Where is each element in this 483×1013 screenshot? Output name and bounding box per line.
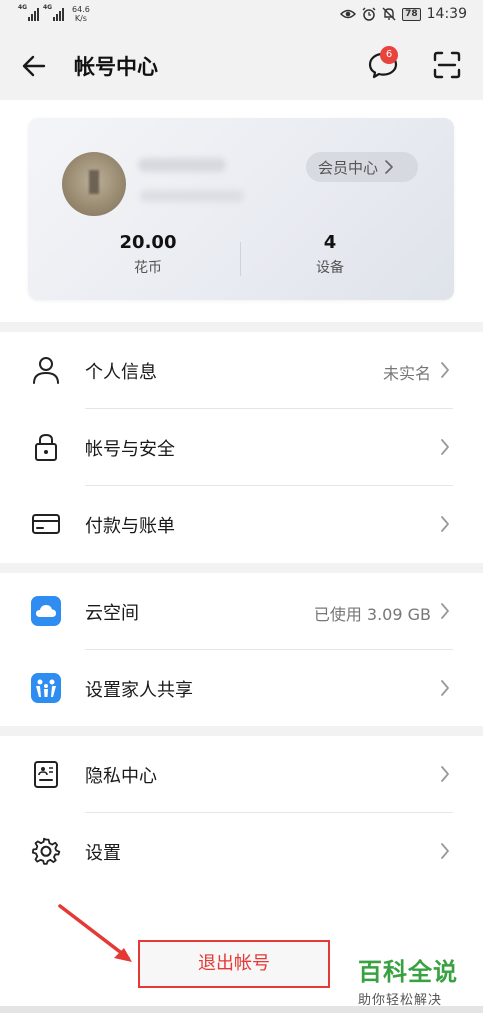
signal-tag: 4G: [43, 4, 53, 11]
cloud-icon: [31, 596, 61, 626]
status-left: 4G 4G 64.6 K/s: [18, 4, 90, 23]
net-speed: 64.6 K/s: [72, 5, 90, 23]
menu-item-family-share[interactable]: 设置家人共享: [0, 650, 483, 727]
account-menu-group: 个人信息 未实名 帐号与安全 付款与账单: [0, 332, 483, 563]
signal-tag: 4G: [18, 4, 28, 11]
devices-value: 4: [323, 232, 337, 253]
status-right: 78 14:39: [340, 6, 467, 22]
account-card[interactable]: 会员中心 20.00 花币 4 设备: [28, 118, 454, 300]
chevron-right-icon: [441, 362, 449, 378]
message-badge: 6: [380, 46, 398, 64]
watermark: 百科全说 助你轻松解决: [358, 952, 458, 1008]
chevron-right-icon: [441, 439, 449, 455]
menu-item-personal-info[interactable]: 个人信息 未实名: [0, 332, 483, 409]
menu-item-privacy[interactable]: 隐私中心: [0, 736, 483, 813]
eye-icon: [340, 9, 357, 19]
menu-item-account-security[interactable]: 帐号与安全: [0, 409, 483, 486]
scan-icon[interactable]: [430, 48, 464, 82]
menu-item-payment[interactable]: 付款与账单: [0, 486, 483, 563]
logout-button[interactable]: 退出帐号: [138, 940, 330, 988]
menu-item-value: 已使用 3.09 GB: [313, 605, 431, 624]
watermark-title: 百科全说: [358, 958, 458, 986]
chevron-right-icon: [441, 843, 449, 859]
annotation-arrow-icon: [58, 904, 132, 962]
card-icon: [32, 514, 60, 534]
chevron-right-icon: [441, 603, 449, 619]
devices-stat[interactable]: 4 设备: [270, 232, 390, 277]
gear-icon: [31, 837, 61, 865]
signal-icon: 4G: [18, 4, 39, 21]
coins-label: 花币: [134, 260, 162, 276]
net-speed-value: 64.6: [72, 5, 90, 14]
status-bar: 4G 4G 64.6 K/s 78 14:39: [0, 0, 483, 28]
avatar[interactable]: [62, 152, 126, 216]
menu-item-label: 付款与账单: [85, 516, 175, 537]
menu-item-label: 云空间: [85, 603, 139, 624]
signal-icon: 4G: [43, 4, 64, 21]
menu-item-label: 隐私中心: [85, 766, 157, 787]
menu-item-label: 个人信息: [85, 362, 157, 383]
services-menu-group: 云空间 已使用 3.09 GB 设置家人共享: [0, 573, 483, 726]
lock-icon: [35, 433, 57, 461]
back-arrow-icon[interactable]: [18, 50, 50, 82]
menu-item-settings[interactable]: 设置: [0, 813, 483, 890]
vip-center-label: 会员中心: [318, 158, 379, 177]
account-name-redacted: [138, 158, 226, 172]
stat-divider: [240, 242, 241, 276]
family-icon: [31, 673, 61, 703]
person-icon: [33, 357, 59, 384]
menu-item-label: 设置: [85, 843, 121, 864]
chevron-right-icon: [385, 160, 393, 174]
account-section: 会员中心 20.00 花币 4 设备: [0, 100, 483, 322]
battery-icon: 78: [402, 7, 421, 21]
mute-bell-icon: [382, 7, 396, 21]
page-title: 帐号中心: [74, 55, 158, 79]
app-header: 帐号中心 6: [0, 28, 483, 100]
coins-value: 20.00: [119, 232, 177, 253]
alarm-icon: [362, 7, 376, 21]
chevron-right-icon: [441, 680, 449, 696]
menu-item-value: 未实名: [382, 364, 431, 383]
devices-label: 设备: [316, 260, 344, 276]
chevron-right-icon: [441, 516, 449, 532]
clock: 14:39: [426, 6, 467, 22]
menu-item-cloud[interactable]: 云空间 已使用 3.09 GB: [0, 573, 483, 650]
privacy-icon: [34, 761, 58, 788]
chevron-right-icon: [441, 766, 449, 782]
coins-stat[interactable]: 20.00 花币: [88, 232, 208, 277]
account-id-redacted: [140, 190, 244, 202]
menu-item-label: 设置家人共享: [85, 680, 193, 701]
menu-item-label: 帐号与安全: [85, 439, 175, 460]
net-speed-unit: K/s: [74, 14, 87, 23]
bottom-edge: [0, 1006, 483, 1013]
vip-center-button[interactable]: 会员中心: [306, 152, 418, 182]
